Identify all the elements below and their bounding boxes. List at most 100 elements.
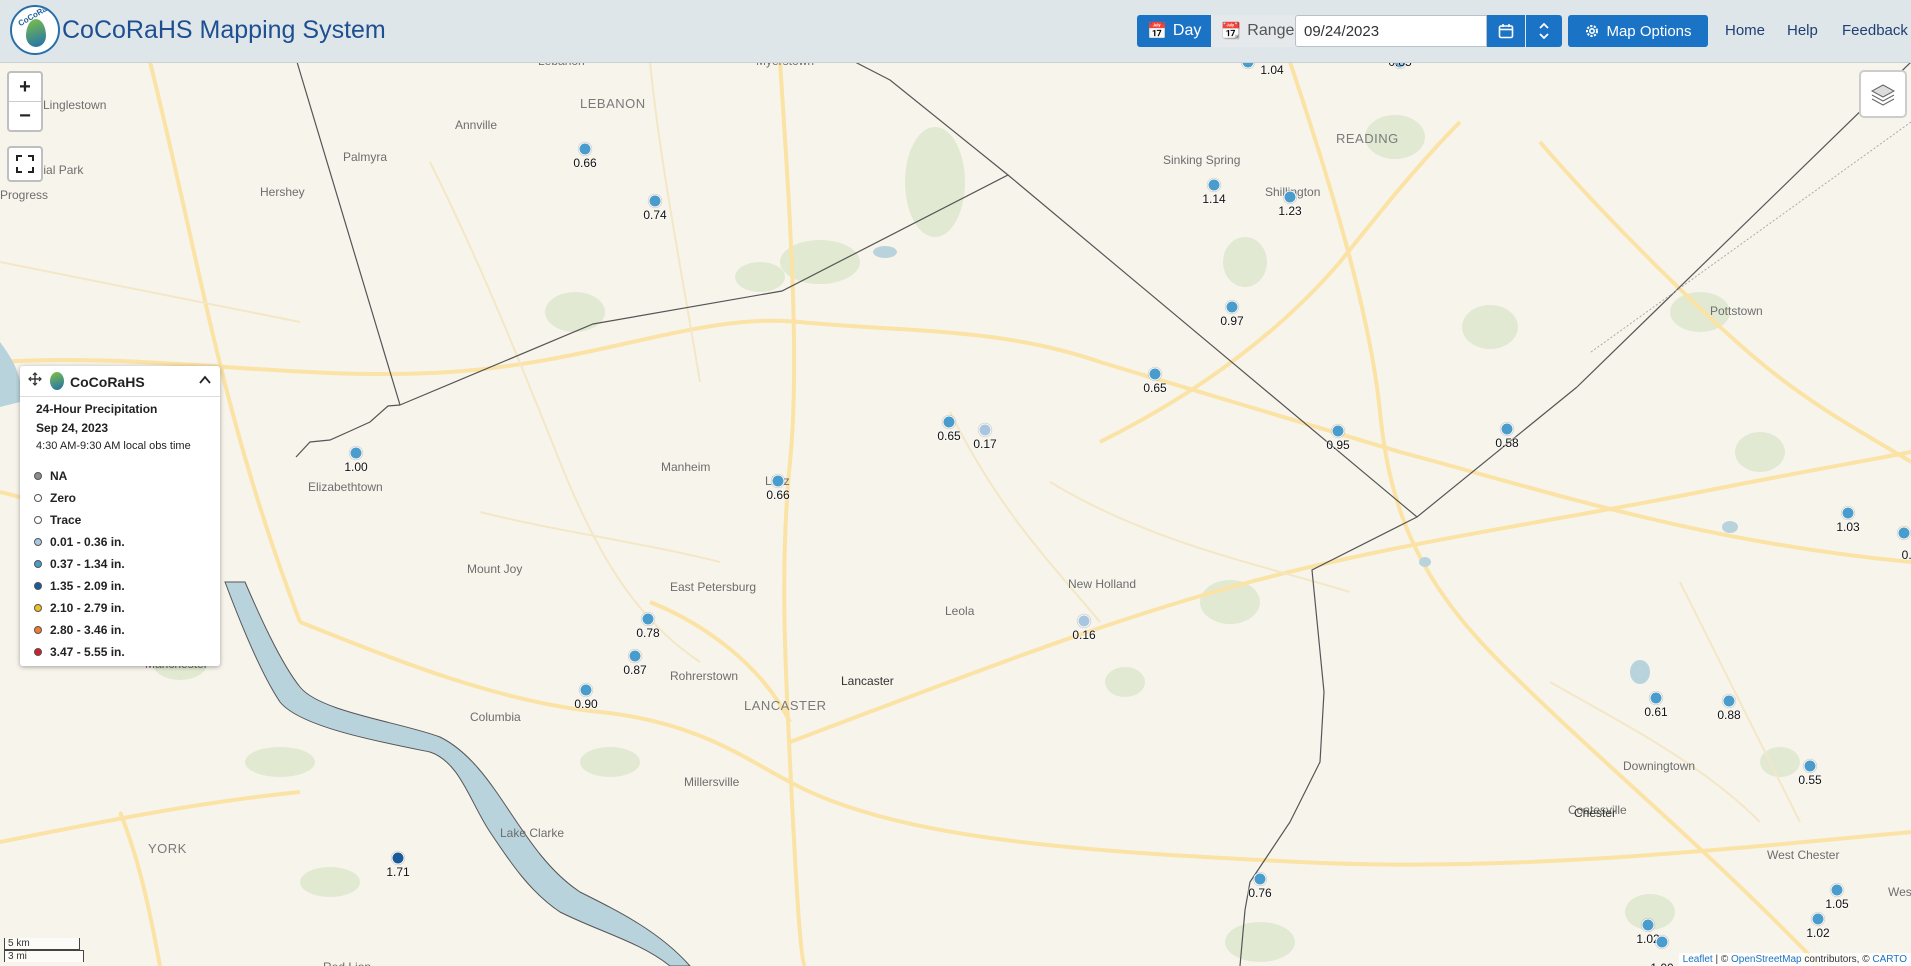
station-marker[interactable]: [1207, 178, 1221, 192]
place-label: Rohrerstown: [670, 669, 739, 683]
date-input[interactable]: [1295, 15, 1487, 47]
station-marker[interactable]: [1283, 190, 1297, 204]
leaflet-link[interactable]: Leaflet: [1683, 954, 1713, 965]
legend-swatch: [34, 472, 42, 480]
place-label: Elizabethtown: [308, 480, 383, 494]
legend-swatch: [34, 560, 42, 568]
station-value: 0.88: [1717, 708, 1741, 722]
station-marker[interactable]: [628, 649, 642, 663]
nav-home-link[interactable]: Home: [1725, 22, 1765, 39]
station-value: 1.04: [1260, 63, 1284, 77]
nav-feedback-link[interactable]: Feedback: [1842, 22, 1908, 39]
legend-swatch: [34, 626, 42, 634]
layers-icon: [1870, 84, 1896, 106]
station-value: 1.71: [386, 865, 410, 879]
scale-bar: 5 km 3 mi: [4, 938, 84, 962]
station-marker[interactable]: [1253, 872, 1267, 886]
station-value: 0.66: [573, 156, 597, 170]
zoom-in-button[interactable]: +: [9, 73, 41, 102]
station-marker[interactable]: [771, 474, 785, 488]
station-marker[interactable]: [978, 423, 992, 437]
legend-swatch: [34, 604, 42, 612]
station-marker[interactable]: [349, 446, 363, 460]
legend-item: Zero: [34, 490, 76, 506]
place-label: Westtown: [1888, 885, 1911, 899]
station-value: 0.16: [1072, 628, 1096, 642]
station-marker[interactable]: [1830, 883, 1844, 897]
place-label: YORK: [148, 841, 187, 856]
station-marker[interactable]: [1225, 300, 1239, 314]
station-marker[interactable]: [1803, 759, 1817, 773]
place-label: Lake Clarke: [500, 826, 565, 840]
station-marker[interactable]: [641, 612, 655, 626]
zoom-out-button[interactable]: −: [9, 102, 41, 130]
day-button[interactable]: 📅 Day: [1137, 15, 1212, 47]
station-marker[interactable]: [1655, 935, 1669, 949]
place-label: Pottstown: [1710, 304, 1763, 318]
station-value: 1.05: [1825, 897, 1849, 911]
station-marker[interactable]: [942, 415, 956, 429]
place-label: Millersville: [684, 775, 740, 789]
place-label: Downingtown: [1623, 759, 1696, 773]
station-value: 0.58: [1495, 436, 1519, 450]
osm-link[interactable]: OpenStreetMap: [1731, 954, 1802, 965]
calendar-day-icon: 📅: [1147, 23, 1167, 40]
legend-item: 0.37 - 1.34 in.: [34, 556, 125, 572]
scale-mi: 3 mi: [4, 950, 84, 962]
station-marker[interactable]: [1649, 691, 1663, 705]
fullscreen-button[interactable]: [7, 146, 43, 182]
station-marker[interactable]: [1148, 367, 1162, 381]
station-marker[interactable]: [391, 851, 405, 865]
legend-item: 1.35 - 2.09 in.: [34, 578, 125, 594]
station-marker[interactable]: [1500, 422, 1514, 436]
cocorahs-drop-icon: [50, 372, 64, 390]
legend-label: 0.01 - 0.36 in.: [50, 535, 125, 549]
up-down-chevron-icon: [1539, 22, 1549, 40]
date-stepper[interactable]: [1526, 15, 1562, 47]
place-label: Mount Joy: [467, 562, 523, 576]
map-options-button[interactable]: Map Options: [1568, 15, 1708, 47]
legend-label: NA: [50, 469, 68, 483]
legend-label: 2.10 - 2.79 in.: [50, 601, 125, 615]
station-marker[interactable]: [648, 194, 662, 208]
legend-item: 0.01 - 0.36 in.: [34, 534, 125, 550]
legend-swatch: [34, 538, 42, 546]
range-button[interactable]: 📆 Range: [1211, 15, 1305, 47]
place-label: Red Lion: [323, 960, 371, 966]
move-icon[interactable]: [28, 372, 42, 386]
place-label: Palmyra: [343, 150, 388, 164]
legend-panel: CoCoRaHS 24-Hour Precipitation Sep 24, 2…: [20, 366, 220, 666]
carto-link[interactable]: CARTO: [1872, 954, 1907, 965]
legend-label: Trace: [50, 513, 82, 527]
nav-help-link[interactable]: Help: [1787, 22, 1818, 39]
legend-brand: CoCoRaHS: [70, 374, 145, 390]
legend-title: 24-Hour Precipitation: [36, 402, 158, 416]
attrib-separator: | ©: [1712, 954, 1732, 965]
station-marker[interactable]: [1841, 506, 1855, 520]
station-marker[interactable]: [578, 142, 592, 156]
place-label: Sinking Spring: [1163, 153, 1241, 167]
legend-item: 3.47 - 5.55 in.: [34, 644, 125, 660]
station-marker[interactable]: [579, 683, 593, 697]
station-marker[interactable]: [1811, 912, 1825, 926]
legend-swatch: [34, 516, 42, 524]
cocorahs-logo[interactable]: CoCoRaHS: [10, 5, 60, 55]
map-canvas[interactable]: LebanonMyerstownLEBANONAnnvilleLinglesto…: [0, 62, 1911, 966]
station-marker[interactable]: [1077, 614, 1091, 628]
place-label: LANCASTER: [744, 698, 827, 713]
place-label: Progress: [0, 188, 49, 202]
layers-button[interactable]: [1859, 70, 1907, 118]
station-marker[interactable]: [1897, 526, 1911, 540]
place-label: Chester: [1574, 806, 1617, 820]
station-value: 0.78: [636, 626, 660, 640]
station-marker[interactable]: [1331, 424, 1345, 438]
app-title[interactable]: CoCoRaHS Mapping System: [62, 16, 386, 45]
calendar-picker-button[interactable]: [1487, 15, 1525, 47]
station-value: 0.55: [1798, 773, 1822, 787]
station-marker[interactable]: [1722, 694, 1736, 708]
station-marker[interactable]: [1641, 918, 1655, 932]
legend-obs-time: 4:30 AM-9:30 AM local obs time: [36, 440, 191, 452]
chevron-up-icon[interactable]: [198, 374, 212, 386]
place-label: Linglestown: [43, 98, 107, 112]
range-button-label: Range: [1247, 22, 1295, 39]
